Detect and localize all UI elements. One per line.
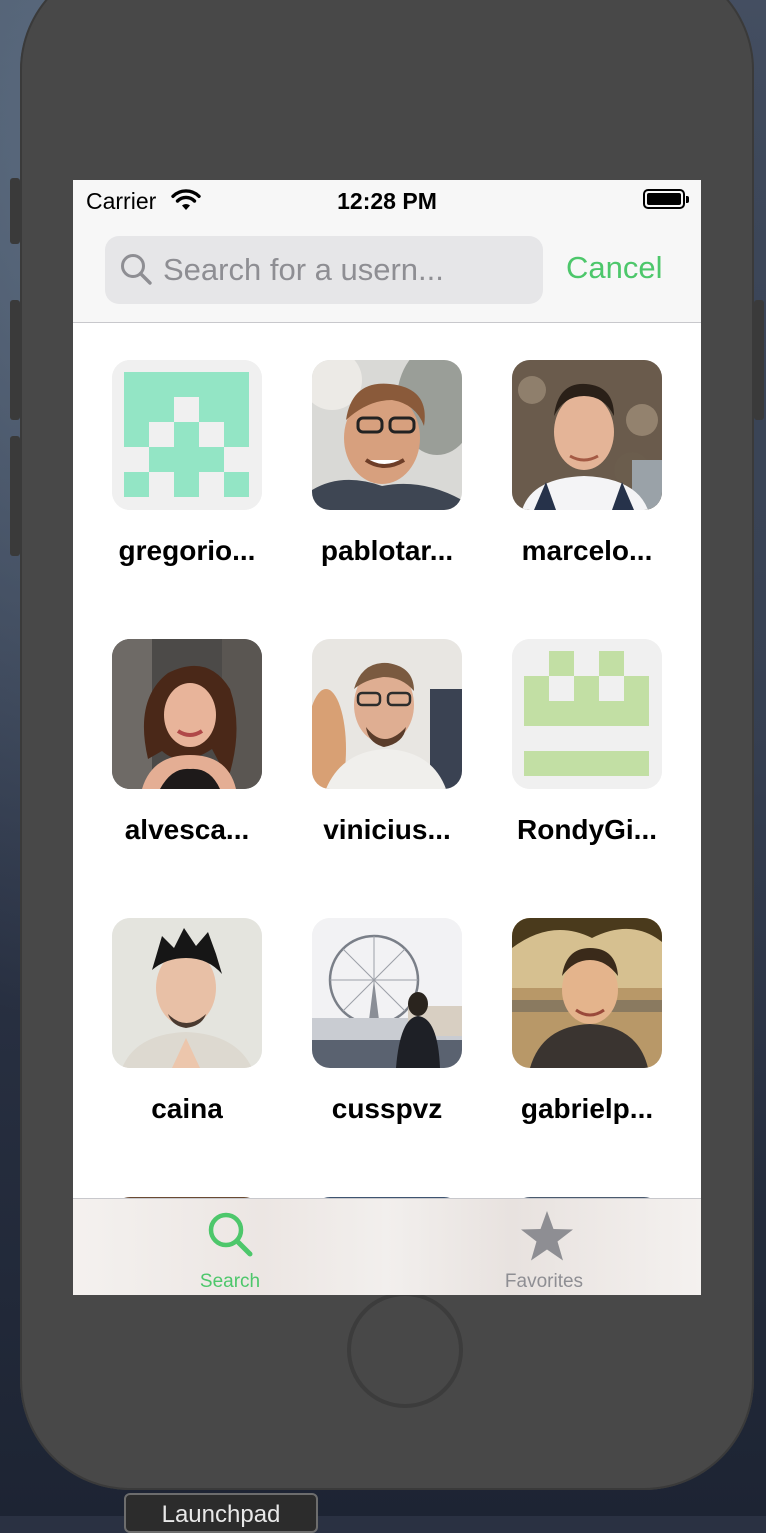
star-icon: [519, 1209, 575, 1268]
user-cell[interactable]: marcelo...: [473, 323, 673, 602]
search-header: Cancel: [73, 220, 701, 323]
tab-search[interactable]: Search: [73, 1199, 387, 1295]
username-label: cusspvz: [331, 1093, 443, 1124]
status-bar: Carrier 12:28 PM: [73, 180, 701, 220]
volume-up-button: [10, 300, 20, 420]
user-cell[interactable]: [73, 1160, 273, 1198]
user-cell[interactable]: [473, 1160, 673, 1198]
tab-bar: Search Favorites: [73, 1198, 701, 1295]
user-cell[interactable]: caina: [73, 881, 273, 1160]
avatar: [112, 639, 262, 789]
app-screen: Carrier 12:28 PM Cancel: [73, 180, 701, 1295]
username-label: pablotar...: [320, 535, 454, 566]
user-cell[interactable]: vinicius...: [273, 602, 473, 881]
user-cell[interactable]: gregorio...: [73, 323, 273, 602]
avatar: [512, 918, 662, 1068]
battery-icon: [643, 189, 689, 209]
user-cell[interactable]: [273, 1160, 473, 1198]
avatar: [312, 639, 462, 789]
username-label: caina: [151, 1093, 223, 1124]
status-time: 12:28 PM: [337, 188, 437, 214]
avatar: [112, 918, 262, 1068]
search-icon: [119, 252, 155, 293]
search-field[interactable]: [105, 236, 543, 304]
avatar: [312, 918, 462, 1068]
power-button: [754, 300, 764, 420]
volume-down-button: [10, 436, 20, 556]
user-grid: gregorio... pablotar... marcelo... alves…: [73, 323, 701, 1198]
user-cell[interactable]: alvesca...: [73, 602, 273, 881]
search-icon: [205, 1209, 255, 1264]
username-label: gregorio...: [118, 535, 256, 566]
avatar: [312, 360, 462, 510]
username-label: marcelo...: [521, 535, 653, 566]
user-cell[interactable]: gabrielp...: [473, 881, 673, 1160]
user-cell[interactable]: pablotar...: [273, 323, 473, 602]
username-label: alvesca...: [124, 814, 250, 845]
search-input[interactable]: [163, 236, 533, 304]
avatar: [512, 639, 662, 789]
home-button[interactable]: [347, 1292, 463, 1408]
username-label: gabrielp...: [520, 1093, 654, 1124]
tab-favorites-label: Favorites: [504, 1271, 584, 1292]
mute-switch: [10, 178, 20, 244]
tab-search-label: Search: [199, 1271, 261, 1292]
launchpad-tooltip: Launchpad: [124, 1493, 318, 1533]
cancel-button[interactable]: Cancel: [566, 250, 663, 286]
user-cell[interactable]: cusspvz: [273, 881, 473, 1160]
user-cell[interactable]: RondyGi...: [473, 602, 673, 881]
tab-favorites[interactable]: Favorites: [387, 1199, 701, 1295]
avatar: [112, 360, 262, 510]
username-label: vinicius...: [323, 814, 451, 845]
username-label: RondyGi...: [517, 814, 657, 845]
avatar: [512, 360, 662, 510]
